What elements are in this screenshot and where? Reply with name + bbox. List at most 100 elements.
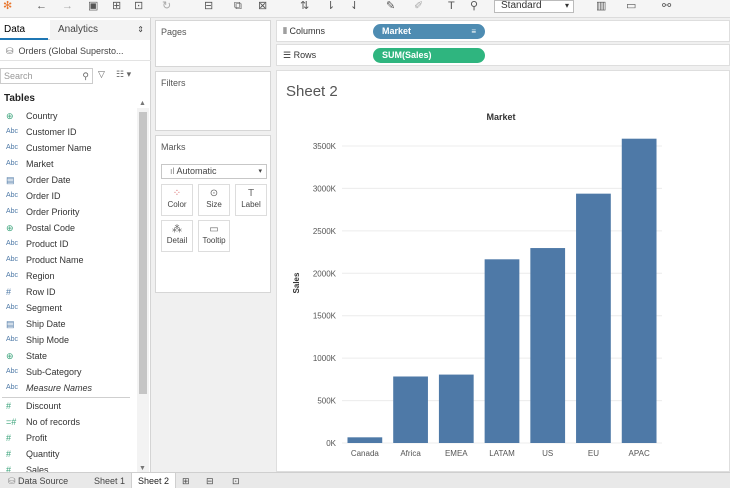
bar-apac[interactable] <box>621 138 657 443</box>
field-order-priority[interactable]: Abc Order Priority <box>0 204 136 220</box>
share-icon[interactable]: ⚯ <box>662 0 671 14</box>
forward-icon[interactable]: → <box>62 0 73 14</box>
string-type-icon: Abc <box>6 368 19 375</box>
text-label-icon[interactable]: T <box>448 0 455 14</box>
mark-type-select[interactable]: ıl Automatic ▾ <box>161 164 267 179</box>
y-axis-ticks: 0K 500K 1000K 1500K 2000K 2500K 3000K 3500K <box>313 142 337 448</box>
string-type-icon: Abc <box>6 336 19 343</box>
columns-shelf[interactable]: ⦀ Columns Market ≡ <box>276 20 730 42</box>
tab-sheet-1[interactable]: Sheet 1 <box>88 473 131 488</box>
new-chart-icon[interactable]: ⊟ <box>204 0 213 14</box>
view-size-select[interactable]: Standard ▾ <box>494 0 574 13</box>
bar-us[interactable] <box>530 248 566 443</box>
duplicate-icon[interactable]: ⧉ <box>234 0 242 14</box>
filters-card[interactable]: Filters <box>155 71 271 131</box>
sheet-tab-bar: ⛁ Data Source Sheet 1 Sheet 2 ⊞ ⊟ ⊡ <box>0 472 730 488</box>
tab-data[interactable]: Data <box>0 20 48 40</box>
field-label: Country <box>26 111 58 121</box>
scroll-down-icon[interactable]: ▼ <box>139 465 146 472</box>
search-input[interactable]: Search ⚲ <box>0 68 93 84</box>
pages-card-title: Pages <box>161 27 187 37</box>
detail-button[interactable]: ⁂ Detail <box>161 220 193 252</box>
field-country[interactable]: ⊕ Country <box>0 108 136 124</box>
sum-sales-pill[interactable]: SUM(Sales) <box>373 48 485 63</box>
tab-analytics[interactable]: Analytics ⇕ <box>50 20 150 40</box>
columns-label-text: Columns <box>289 26 325 36</box>
field-ship-date[interactable]: ▤ Ship Date <box>0 316 136 332</box>
show-me-icon[interactable]: ▥ <box>596 0 606 14</box>
field-sub-category[interactable]: Abc Sub-Category <box>0 364 136 380</box>
scrollbar-thumb[interactable] <box>139 112 147 394</box>
field-profit[interactable]: # Profit <box>0 430 136 446</box>
toolbar: ✻ ← → ▣ ⊞ ⊡ ↻ ⊟ ⧉ ⊠ ⇅ ⇂ ⇃ ✎ ✐ T ⚲ Standa… <box>0 0 730 18</box>
clear-sheet-icon[interactable]: ⊠ <box>258 0 267 14</box>
field-market[interactable]: Abc Market <box>0 156 136 172</box>
field-product-name[interactable]: Abc Product Name <box>0 252 136 268</box>
tab-data-source[interactable]: ⛁ Data Source <box>2 473 74 488</box>
new-worksheet-tab-icon[interactable]: ⊞ <box>176 473 196 488</box>
field-state[interactable]: ⊕ State <box>0 348 136 364</box>
field-region[interactable]: Abc Region <box>0 268 136 284</box>
datasource-item[interactable]: ⛁ Orders (Global Supersto... <box>0 41 151 61</box>
field-row-id[interactable]: # Row ID <box>0 284 136 300</box>
field-quantity[interactable]: # Quantity <box>0 446 136 462</box>
new-story-tab-icon[interactable]: ⊡ <box>226 473 246 488</box>
dimensions-measures-divider <box>2 397 130 398</box>
swap-icon[interactable]: ⇅ <box>300 0 309 14</box>
rows-label-text: Rows <box>293 50 317 60</box>
view-options-icon[interactable]: ☷ ▾ <box>116 69 131 80</box>
field-segment[interactable]: Abc Segment <box>0 300 136 316</box>
string-type-icon: Abc <box>6 240 19 247</box>
new-datasource-icon[interactable]: ⊞ <box>112 0 121 14</box>
pen-icon[interactable]: ✐ <box>414 0 423 14</box>
field-no-of-records[interactable]: =# No of records <box>0 414 136 430</box>
y-tick-label: 3000K <box>313 184 337 193</box>
presentation-icon[interactable]: ▭ <box>626 0 636 14</box>
field-list-scrollbar[interactable]: ▲ ▼ <box>137 100 149 472</box>
market-pill[interactable]: Market ≡ <box>373 24 485 39</box>
pages-card[interactable]: Pages <box>155 20 271 67</box>
label-button[interactable]: T Label <box>235 184 267 216</box>
new-dashboard-tab-icon[interactable]: ⊟ <box>200 473 220 488</box>
bar-africa[interactable] <box>393 376 428 443</box>
filter-icon[interactable]: ▽ <box>98 69 105 80</box>
label-label: Label <box>241 200 261 209</box>
field-discount[interactable]: # Discount <box>0 398 136 414</box>
field-product-id[interactable]: Abc Product ID <box>0 236 136 252</box>
tooltip-button[interactable]: ▭ Tooltip <box>198 220 230 252</box>
field-sales[interactable]: # Sales <box>0 462 136 472</box>
refresh-icon[interactable]: ↻ <box>162 0 171 14</box>
field-label: Discount <box>26 401 62 411</box>
highlight-icon[interactable]: ✎ <box>386 0 395 14</box>
pin-icon[interactable]: ⚲ <box>470 0 478 14</box>
field-postal-code[interactable]: ⊕ Postal Code <box>0 220 136 236</box>
rows-shelf[interactable]: ☰ Rows SUM(Sales) <box>276 44 730 66</box>
new-worksheet-icon[interactable]: ⊡ <box>134 0 143 14</box>
color-label: Color <box>167 200 187 209</box>
back-icon[interactable]: ← <box>36 0 47 14</box>
color-button[interactable]: ⁘ Color <box>161 184 193 216</box>
field-customer-name[interactable]: Abc Customer Name <box>0 140 136 156</box>
sort-asc-icon[interactable]: ⇂ <box>326 0 335 14</box>
y-tick-label: 1500K <box>313 312 337 321</box>
measure-number-icon: # <box>6 465 12 472</box>
bar-emea[interactable] <box>438 374 474 443</box>
field-order-date[interactable]: ▤ Order Date <box>0 172 136 188</box>
bar-eu[interactable] <box>576 193 611 443</box>
field-measure-names[interactable]: Abc Measure Names <box>0 380 136 396</box>
tab-sheet-2[interactable]: Sheet 2 <box>131 473 177 488</box>
field-customer-id[interactable]: Abc Customer ID <box>0 124 136 140</box>
save-icon[interactable]: ▣ <box>88 0 98 14</box>
scroll-up-icon[interactable]: ▲ <box>139 100 146 107</box>
field-order-id[interactable]: Abc Order ID <box>0 188 136 204</box>
size-button[interactable]: ⊙ Size <box>198 184 230 216</box>
bar-latam[interactable] <box>484 259 520 443</box>
search-placeholder: Search <box>4 71 33 81</box>
field-label: Ship Mode <box>26 335 70 345</box>
field-label: Market <box>26 159 54 169</box>
field-ship-mode[interactable]: Abc Ship Mode <box>0 332 136 348</box>
bar-canada[interactable] <box>347 437 383 443</box>
sort-desc-icon[interactable]: ⇃ <box>350 0 359 14</box>
tableau-logo-icon[interactable]: ✻ <box>3 0 12 14</box>
x-tick-label: Canada <box>351 449 380 458</box>
